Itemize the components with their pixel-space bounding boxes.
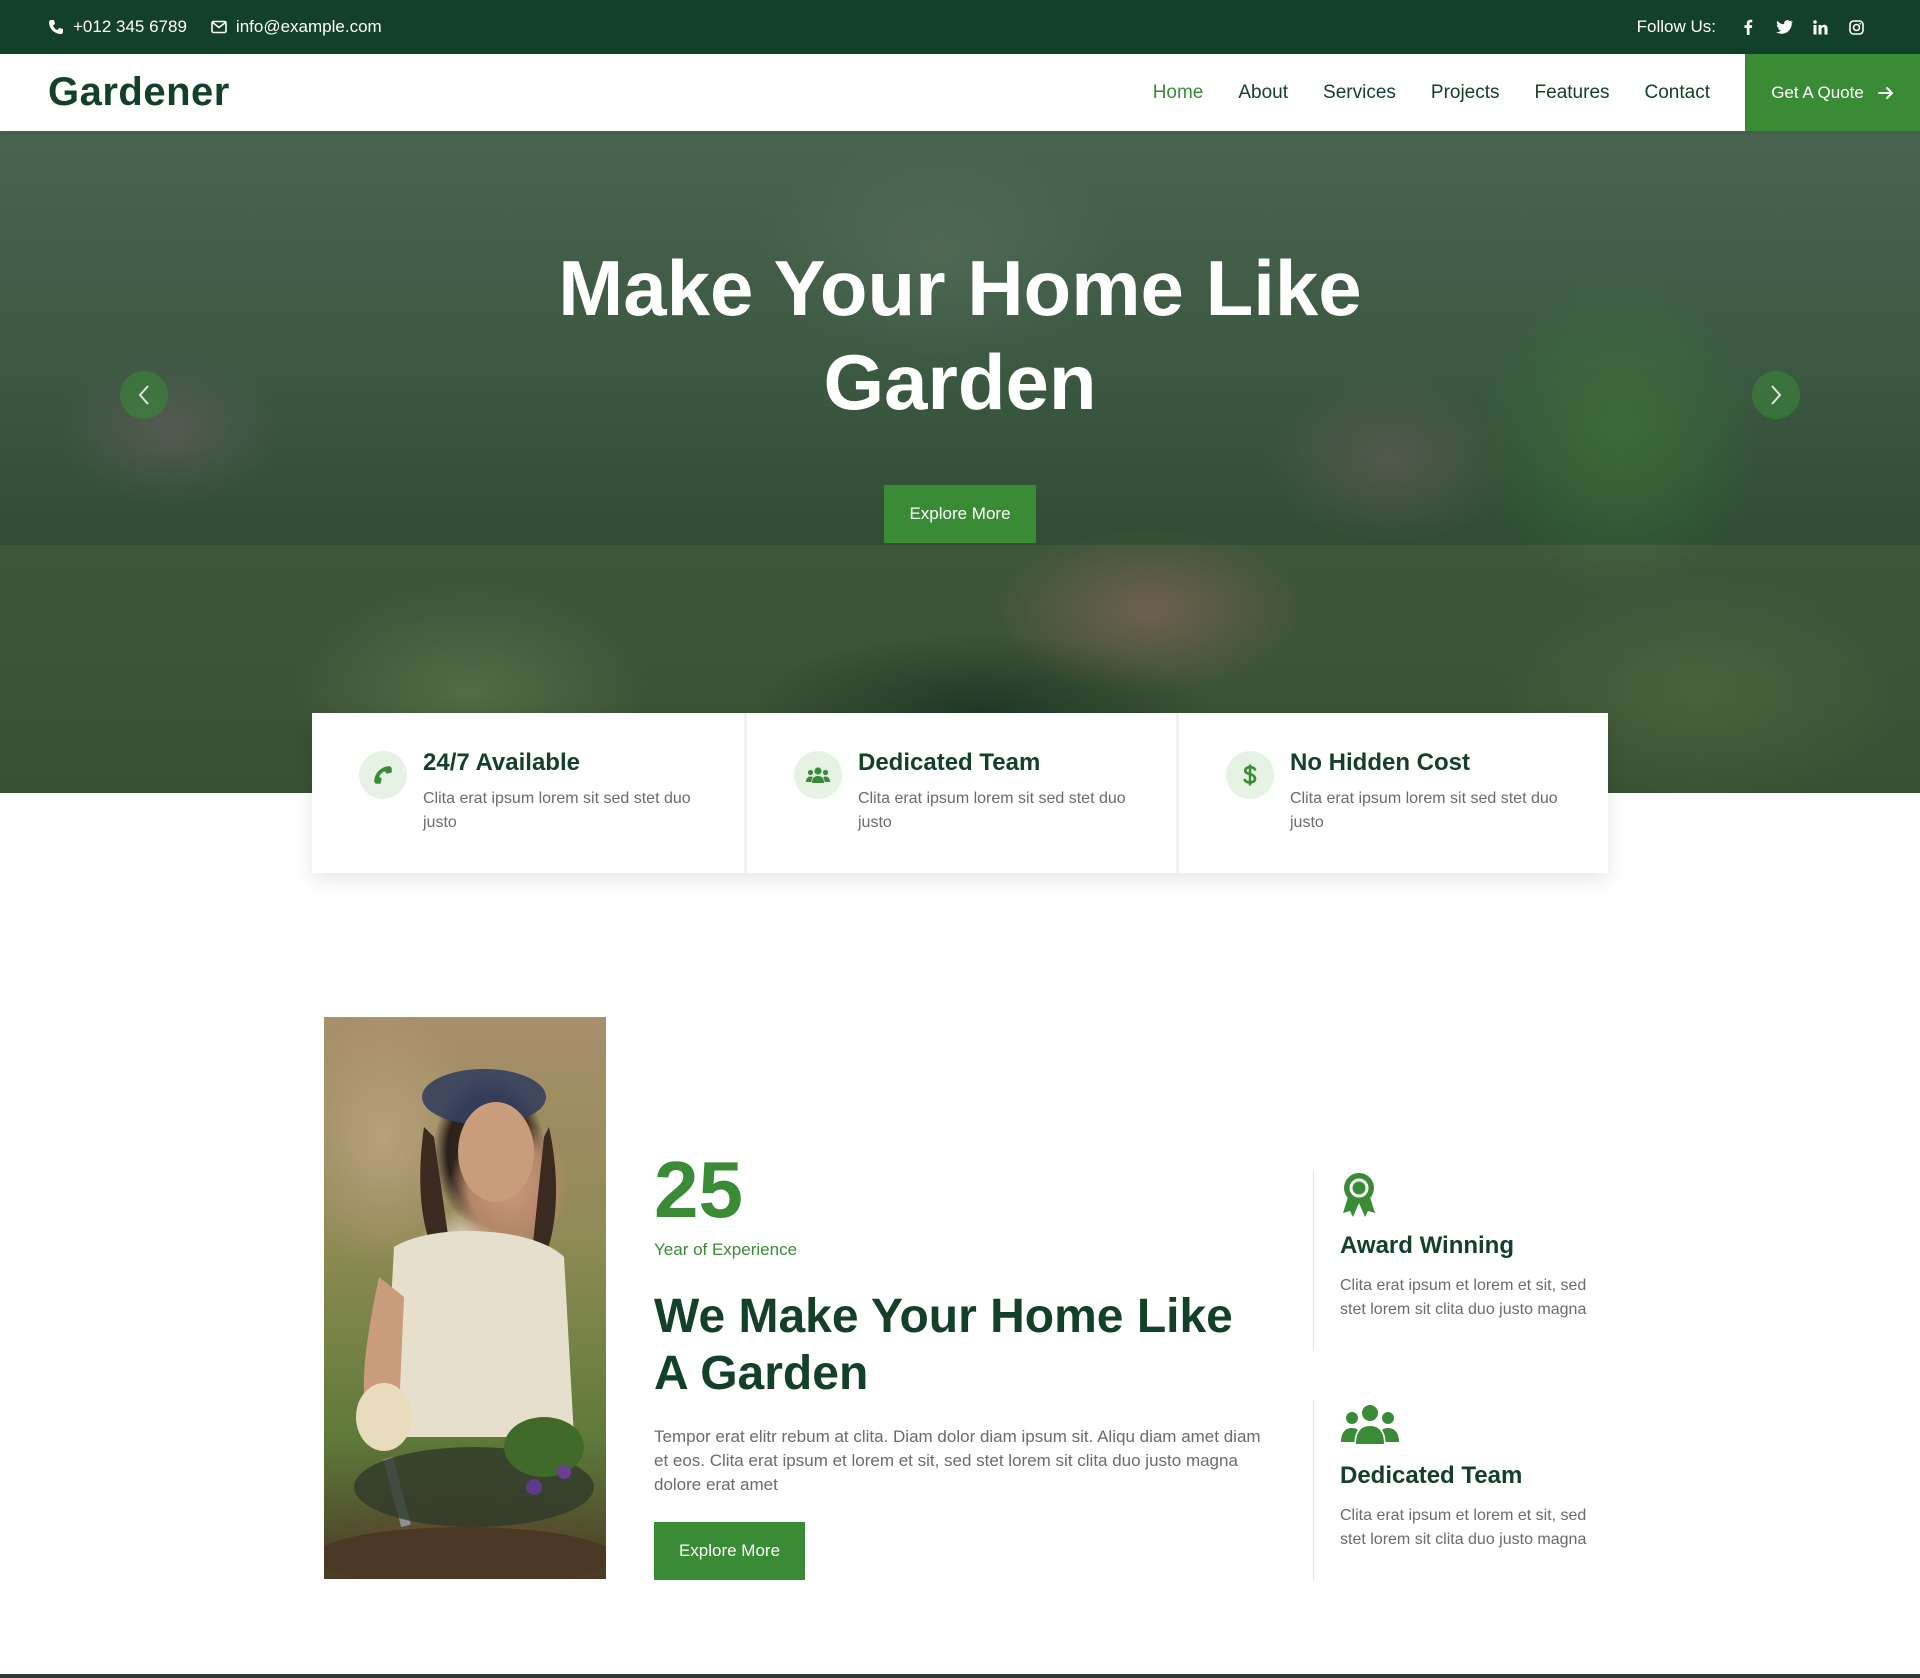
- hero-title-line2: Garden: [823, 338, 1097, 426]
- side-feature-description: Clita erat ipsum et lorem et sit, sed st…: [1340, 1277, 1587, 1318]
- follow-label: Follow Us:: [1636, 17, 1716, 36]
- arrow-right-icon: [1877, 86, 1893, 99]
- users-icon: [794, 751, 842, 799]
- award-icon: [1340, 1170, 1613, 1220]
- feature-card: 24/7 Available Clita erat ipsum lorem si…: [312, 713, 744, 873]
- side-feature-title: Award Winning: [1340, 1232, 1514, 1259]
- feature-cards: 24/7 Available Clita erat ipsum lorem si…: [312, 713, 1608, 873]
- instagram-icon[interactable]: [1840, 11, 1872, 43]
- feature-card: Dedicated Team Clita erat ipsum lorem si…: [744, 713, 1176, 873]
- feature-title: Dedicated Team: [858, 749, 1041, 776]
- main-navbar: Gardener Home About Services Projects Fe…: [0, 54, 1920, 131]
- phone-icon: [359, 751, 407, 799]
- carousel-next-button[interactable]: [1752, 371, 1800, 419]
- side-feature-description: Clita erat ipsum et lorem et sit, sed st…: [1340, 1507, 1587, 1548]
- about-description: Tempor erat elitr rebum at clita. Diam d…: [654, 1427, 1261, 1494]
- feature-description: Clita erat ipsum lorem sit sed stet duo …: [1290, 790, 1558, 831]
- linkedin-icon[interactable]: [1804, 11, 1836, 43]
- carousel-prev-button[interactable]: [120, 371, 168, 419]
- hero-carousel: Make Your Home Like Garden Explore More: [0, 131, 1920, 793]
- chevron-right-icon: [1771, 385, 1782, 405]
- brand-logo[interactable]: Gardener: [48, 54, 230, 131]
- nav-item-features[interactable]: Features: [1535, 82, 1610, 104]
- gardener-photo: [324, 1017, 606, 1579]
- dollar-icon: [1226, 751, 1274, 799]
- nav-item-home[interactable]: Home: [1153, 82, 1204, 104]
- hero-title-line1: Make Your Home Like: [558, 244, 1362, 332]
- hero-explore-button[interactable]: Explore More: [884, 485, 1036, 543]
- gardener-photo-illustration: [324, 1069, 606, 1579]
- get-quote-button[interactable]: Get A Quote: [1745, 54, 1920, 131]
- nav-item-about[interactable]: About: [1238, 82, 1288, 104]
- contact-info: +012 345 6789 info@example.com: [48, 0, 406, 54]
- nav-item-projects[interactable]: Projects: [1431, 82, 1500, 104]
- twitter-icon[interactable]: [1768, 11, 1800, 43]
- phone-number: +012 345 6789: [73, 17, 187, 36]
- feature-title: 24/7 Available: [423, 749, 580, 776]
- phone-icon: [49, 20, 63, 34]
- nav-menu: Home About Services Projects Features Co…: [1118, 54, 1710, 131]
- get-quote-label: Get A Quote: [1771, 82, 1864, 102]
- feature-description: Clita erat ipsum lorem sit sed stet duo …: [858, 790, 1126, 831]
- email-contact[interactable]: info@example.com: [211, 17, 382, 37]
- chevron-left-icon: [138, 385, 149, 405]
- feature-card: No Hidden Cost Clita erat ipsum lorem si…: [1176, 713, 1608, 873]
- experience-label: Year of Experience: [654, 1240, 798, 1259]
- facebook-icon[interactable]: [1732, 11, 1764, 43]
- hero-title: Make Your Home Like Garden: [0, 241, 1920, 429]
- team-icon: [1340, 1400, 1613, 1450]
- phone-contact[interactable]: +012 345 6789: [48, 17, 187, 37]
- nav-item-services[interactable]: Services: [1323, 82, 1396, 104]
- next-section-edge: [0, 1674, 1920, 1678]
- experience-years: 25: [654, 1145, 743, 1234]
- social-links: Follow Us:: [1637, 0, 1872, 54]
- feature-title: No Hidden Cost: [1290, 749, 1470, 776]
- top-bar: +012 345 6789 info@example.com Follow Us…: [0, 0, 1920, 54]
- side-feature-award: Award Winning Clita erat ipsum et lorem …: [1313, 1170, 1613, 1351]
- about-explore-button[interactable]: Explore More: [654, 1522, 805, 1580]
- feature-description: Clita erat ipsum lorem sit sed stet duo …: [423, 790, 691, 831]
- about-title: We Make Your Home Like A Garden: [654, 1290, 1233, 1400]
- side-feature-title: Dedicated Team: [1340, 1462, 1523, 1489]
- side-feature-team: Dedicated Team Clita erat ipsum et lorem…: [1313, 1400, 1613, 1580]
- nav-item-contact[interactable]: Contact: [1645, 82, 1710, 104]
- envelope-icon: [211, 20, 227, 34]
- email-address: info@example.com: [235, 17, 382, 36]
